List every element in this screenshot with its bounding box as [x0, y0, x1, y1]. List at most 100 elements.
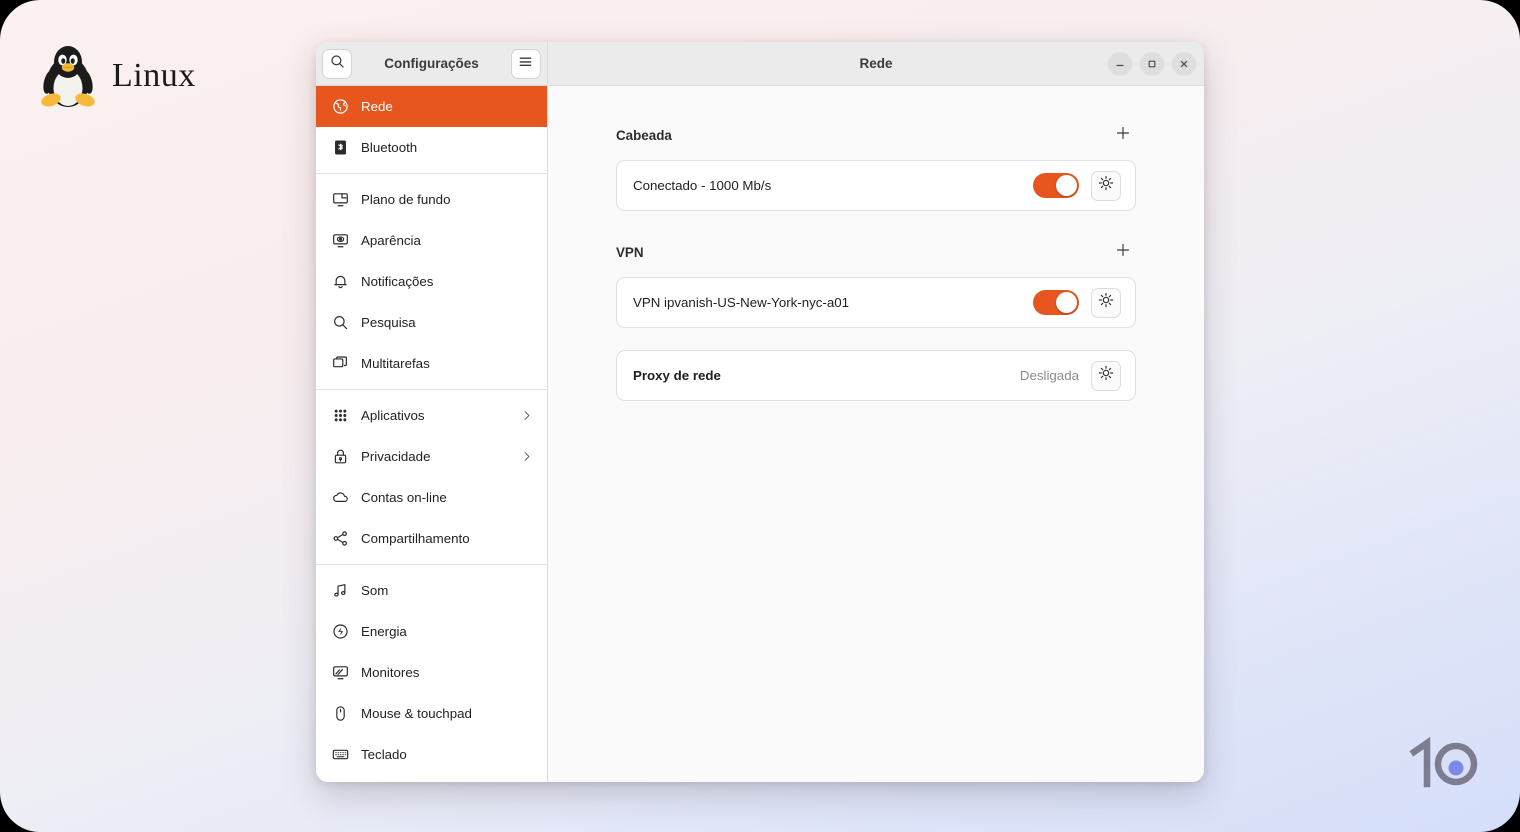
- sidebar-item-impressoras[interactable]: Impressoras: [316, 775, 547, 782]
- tux-penguin-icon: [38, 42, 98, 110]
- displays-icon: [332, 664, 349, 681]
- connection-toggle[interactable]: [1033, 290, 1079, 315]
- proxy-gap: [616, 328, 1136, 350]
- sidebar-item-label: Rede: [361, 99, 393, 114]
- main-menu-button[interactable]: [510, 48, 541, 79]
- bell-icon: [332, 273, 349, 290]
- sidebar-item-monitores[interactable]: Monitores: [316, 652, 547, 693]
- minimize-icon: [1115, 59, 1125, 69]
- sidebar-item-label: Energia: [361, 624, 407, 639]
- sidebar-item-label: Monitores: [361, 665, 420, 680]
- sidebar-item-label: Notificações: [361, 274, 434, 289]
- sidebar-item-rede[interactable]: Rede: [316, 86, 547, 127]
- sidebar-item-label: Pesquisa: [361, 315, 416, 330]
- linux-brand: Linux: [38, 42, 196, 110]
- sidebar-item-energia[interactable]: Energia: [316, 611, 547, 652]
- connection-row: Conectado - 1000 Mb/s: [616, 160, 1136, 211]
- window-headerbar: Configurações Rede: [316, 42, 1204, 86]
- chevron-right-icon: [520, 450, 533, 463]
- close-icon: [1179, 59, 1189, 69]
- sidebar-item-apar-ncia[interactable]: Aparência: [316, 220, 547, 261]
- proxy-settings-button[interactable]: [1091, 360, 1121, 391]
- sidebar-item-teclado[interactable]: Teclado: [316, 734, 547, 775]
- section-header: VPN: [616, 239, 1136, 265]
- gear-icon: [1098, 292, 1114, 313]
- chevron-right-icon: [520, 409, 533, 422]
- sidebar-headerbar: Configurações: [316, 42, 548, 85]
- network-proxy-row: Proxy de rede Desligada: [616, 350, 1136, 401]
- sidebar-item-mouse-touchpad[interactable]: Mouse & touchpad: [316, 693, 547, 734]
- sidebar-item-bluetooth[interactable]: Bluetooth: [316, 127, 547, 168]
- share-icon: [332, 530, 349, 547]
- main-headerbar: Rede: [548, 42, 1204, 85]
- sidebar-item-som[interactable]: Som: [316, 570, 547, 611]
- sidebar-item-privacidade[interactable]: Privacidade: [316, 436, 547, 477]
- sidebar-item-compartilhamento[interactable]: Compartilhamento: [316, 518, 547, 559]
- appearance-icon: [332, 232, 349, 249]
- multitasking-icon: [332, 355, 349, 372]
- sidebar-item-pesquisa[interactable]: Pesquisa: [316, 302, 547, 343]
- network-settings-panel: Cabeada Conectado - 1000 Mb/s VPN VPN ipvan…: [548, 86, 1204, 782]
- mouse-icon: [332, 705, 349, 722]
- sidebar-separator: [316, 564, 547, 565]
- brand-label: Linux: [112, 57, 196, 94]
- globe-icon: [332, 98, 349, 115]
- sidebar-item-label: Bluetooth: [361, 140, 418, 155]
- proxy-label: Proxy de rede: [633, 368, 721, 383]
- connection-toggle[interactable]: [1033, 173, 1079, 198]
- apps-grid-icon: [332, 407, 349, 424]
- settings-sidebar[interactable]: Rede Bluetooth Plano de fundo Aparência Noti…: [316, 86, 548, 782]
- connection-settings-button[interactable]: [1091, 287, 1121, 318]
- sidebar-item-plano-de-fundo[interactable]: Plano de fundo: [316, 179, 547, 220]
- sidebar-item-label: Compartilhamento: [361, 531, 470, 546]
- settings-window: Configurações Rede Rede Bluetooth Plano …: [316, 42, 1204, 782]
- sidebar-item-label: Som: [361, 583, 389, 598]
- connection-settings-button[interactable]: [1091, 170, 1121, 201]
- sidebar-item-label: Plano de fundo: [361, 192, 451, 207]
- proxy-controls: Desligada: [1019, 360, 1121, 391]
- sidebar-item-notifica-es[interactable]: Notificações: [316, 261, 547, 302]
- lock-icon: [332, 448, 349, 465]
- search-icon: [330, 54, 345, 74]
- section-title: VPN: [616, 244, 644, 260]
- plus-icon: [1115, 242, 1131, 263]
- row-controls: [1033, 287, 1121, 318]
- cloud-icon: [332, 489, 349, 506]
- sidebar-item-label: Multitarefas: [361, 356, 430, 371]
- close-button[interactable]: [1172, 51, 1196, 76]
- window-title: Rede: [859, 56, 893, 71]
- sidebar-item-label: Privacidade: [361, 449, 431, 464]
- plus-icon: [1115, 125, 1131, 146]
- toggle-knob: [1056, 175, 1077, 196]
- toggle-knob: [1056, 292, 1077, 313]
- section-header: Cabeada: [616, 122, 1136, 148]
- sidebar-item-contas-on-line[interactable]: Contas on-line: [316, 477, 547, 518]
- search-button[interactable]: [322, 48, 352, 79]
- sidebar-item-label: Aparência: [361, 233, 421, 248]
- sidebar-item-label: Teclado: [361, 747, 407, 762]
- row-controls: [1033, 170, 1121, 201]
- sidebar-item-label: Mouse & touchpad: [361, 706, 472, 721]
- sidebar-item-multitarefas[interactable]: Multitarefas: [316, 343, 547, 384]
- add-connection-button[interactable]: [1110, 239, 1136, 265]
- sidebar-item-aplicativos[interactable]: Aplicativos: [316, 395, 547, 436]
- maximize-button[interactable]: [1140, 51, 1164, 76]
- connection-row: VPN ipvanish-US-New-York-nyc-a01: [616, 277, 1136, 328]
- keyboard-icon: [332, 746, 349, 763]
- hamburger-menu-icon: [518, 54, 533, 73]
- add-connection-button[interactable]: [1110, 122, 1136, 148]
- sidebar-item-label: Aplicativos: [361, 408, 425, 423]
- section-title: Cabeada: [616, 127, 672, 143]
- gear-icon: [1098, 175, 1114, 196]
- ten-logo-icon: [1408, 736, 1480, 794]
- sidebar-title: Configurações: [384, 56, 479, 71]
- proxy-status: Desligada: [1019, 368, 1079, 383]
- sidebar-separator: [316, 173, 547, 174]
- connection-label: Conectado - 1000 Mb/s: [633, 178, 772, 193]
- minimize-button[interactable]: [1108, 51, 1132, 76]
- search-icon: [332, 314, 349, 331]
- window-body: Rede Bluetooth Plano de fundo Aparência Noti…: [316, 86, 1204, 782]
- sidebar-separator: [316, 389, 547, 390]
- wallpaper-icon: [332, 191, 349, 208]
- maximize-icon: [1147, 59, 1157, 69]
